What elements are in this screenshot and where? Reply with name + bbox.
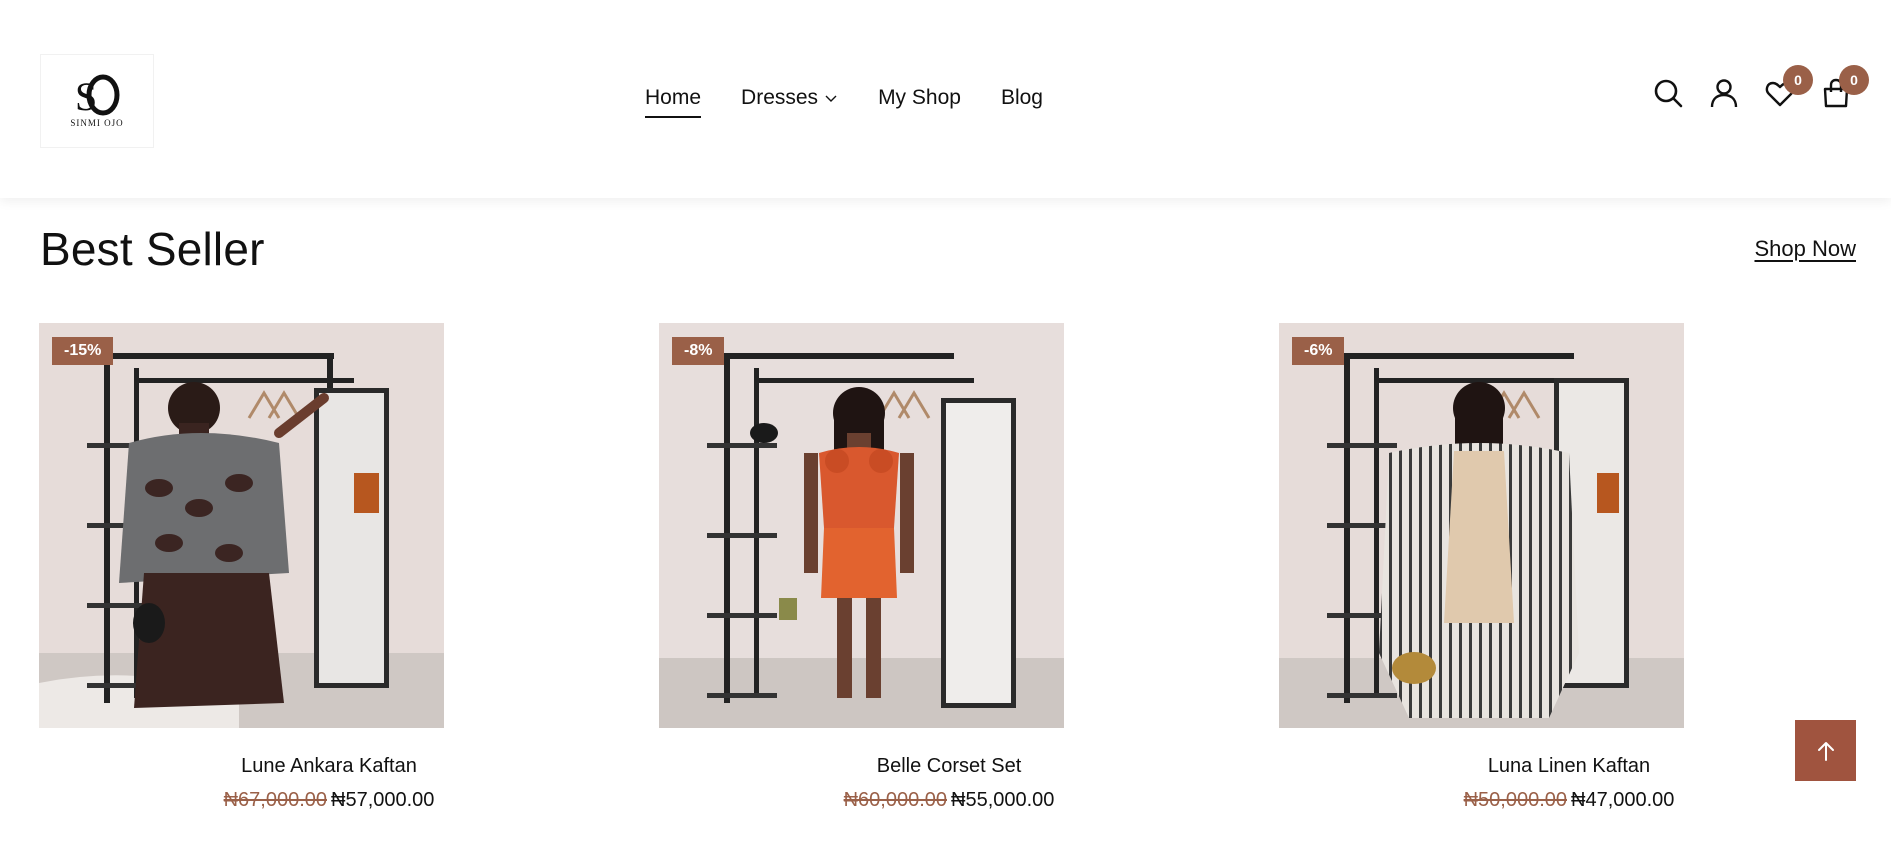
cart-count-badge: 0 <box>1839 65 1869 95</box>
nav-dresses[interactable]: Dresses <box>741 86 838 110</box>
user-icon <box>1710 79 1738 108</box>
product-old-price: ₦50,000.00 <box>1463 789 1567 811</box>
product-card[interactable]: -15% <box>39 323 444 728</box>
shop-now-link[interactable]: Shop Now <box>1754 236 1856 262</box>
nav-my-shop[interactable]: My Shop <box>878 86 961 110</box>
search-button[interactable] <box>1653 78 1683 108</box>
product-price: ₦67,000.00 ₦57,000.00 <box>44 789 614 812</box>
nav-home-label: Home <box>645 86 702 109</box>
arrow-up-icon <box>1817 741 1834 761</box>
product-name[interactable]: Belle Corset Set <box>664 755 1234 778</box>
product-card[interactable]: -8% <box>659 323 1064 728</box>
nav-dresses-label: Dresses <box>741 86 819 109</box>
product-photo <box>39 323 444 728</box>
logo-text: SINMI OJO <box>70 118 124 128</box>
product-current-price: ₦57,000.00 <box>331 789 435 811</box>
product-name[interactable]: Luna Linen Kaftan <box>1284 755 1854 778</box>
product-price: ₦60,000.00 ₦55,000.00 <box>664 789 1234 812</box>
nav-blog-label: Blog <box>1000 86 1043 109</box>
wishlist-count-badge: 0 <box>1783 65 1813 95</box>
search-icon <box>1654 79 1683 108</box>
product-image[interactable]: -8% <box>659 323 1064 728</box>
product-current-price: ₦55,000.00 <box>951 789 1055 811</box>
nav-my-shop-label: My Shop <box>878 86 961 109</box>
section-title: Best Seller <box>40 223 265 275</box>
product-old-price: ₦67,000.00 <box>223 789 327 811</box>
header-icons: 0 0 <box>1653 65 1869 108</box>
sale-badge: -15% <box>52 337 114 365</box>
back-to-top-button[interactable] <box>1795 720 1856 781</box>
nav-blog[interactable]: Blog <box>1001 86 1043 110</box>
site-header: S SINMI OJO Home Dresses My Shop Blog 0 … <box>0 0 1891 198</box>
cart-button[interactable]: 0 <box>1821 65 1869 108</box>
product-photo <box>659 323 1064 728</box>
chevron-down-icon <box>825 95 837 102</box>
brand-logo[interactable]: S SINMI OJO <box>40 54 154 148</box>
sale-badge: -8% <box>672 337 725 365</box>
sale-badge: -6% <box>1292 337 1345 365</box>
logo-monogram: S <box>75 74 120 116</box>
product-name[interactable]: Lune Ankara Kaftan <box>44 755 614 778</box>
main-nav: Home Dresses My Shop Blog <box>645 82 1043 118</box>
product-card[interactable]: -6% <box>1279 323 1684 728</box>
nav-home[interactable]: Home <box>645 86 702 118</box>
product-photo <box>1279 323 1684 728</box>
account-button[interactable] <box>1709 78 1739 108</box>
wishlist-button[interactable]: 0 <box>1765 65 1813 108</box>
product-price: ₦50,000.00 ₦47,000.00 <box>1284 789 1854 812</box>
product-image[interactable]: -15% <box>39 323 444 728</box>
product-current-price: ₦47,000.00 <box>1571 789 1675 811</box>
product-image[interactable]: -6% <box>1279 323 1684 728</box>
product-old-price: ₦60,000.00 <box>843 789 947 811</box>
